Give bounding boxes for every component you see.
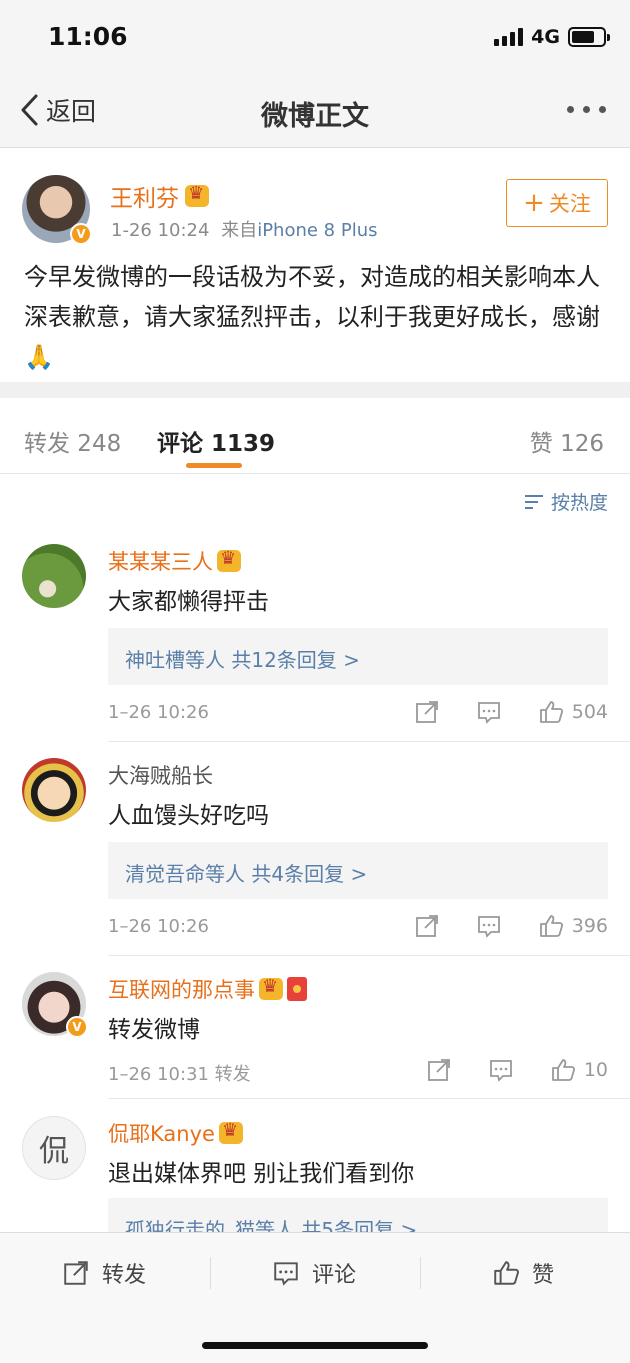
section-divider (0, 382, 630, 398)
comment-text: 退出媒体界吧 别让我们看到你 (108, 1161, 415, 1187)
comment-label: 评论 (312, 1263, 357, 1288)
sort-button[interactable]: 按热度 (524, 488, 608, 515)
comment-item: 侃 侃耶Kanye 退出媒体界吧 别让我们看到你 孤独行走的_猫等人 共5条回复… (0, 1116, 630, 1232)
verified-badge-icon: V (70, 223, 92, 245)
comment-actions: 504 (414, 699, 608, 725)
commenter-name-row[interactable]: 互联网的那点事 (108, 974, 307, 1004)
home-indicator[interactable] (202, 1342, 428, 1349)
comment-time: 1–26 10:31 转发 (108, 1064, 251, 1085)
status-indicators: 4G (494, 26, 610, 48)
comment-text: 转发微博 (108, 1017, 200, 1043)
post-meta: 1-26 10:24 来自iPhone 8 Plus (111, 216, 377, 242)
reply-summary[interactable]: 孤独行走的_猫等人 共5条回复 > (108, 1198, 608, 1232)
comment-time: 1–26 10:26 (108, 702, 209, 723)
nav-bar: 返回 微博正文 (0, 76, 630, 148)
commenter-name[interactable]: 侃耶Kanye (108, 1118, 215, 1148)
comment-divider (108, 741, 630, 742)
follow-button[interactable]: + 关注 (506, 179, 608, 227)
vip-crown-icon (185, 183, 209, 207)
comment-text: 大家都懒得抨击 (108, 589, 269, 615)
sort-icon (524, 493, 545, 511)
comment-button[interactable]: 评论 (272, 1257, 356, 1289)
comment-actions: 396 (414, 913, 608, 939)
vip-crown-icon (217, 548, 241, 572)
like-label: 赞 (532, 1263, 555, 1288)
comment-text: 人血馒头好吃吗 (108, 803, 269, 829)
avatar-letter: 侃 (39, 1134, 69, 1169)
thumbs-up-icon (551, 1059, 575, 1081)
weibo-post: V 王利芬 1-26 10:24 来自iPhone 8 Plus + 关注 今早… (0, 149, 630, 382)
repost-label: 转发 (102, 1263, 147, 1288)
tab-repost[interactable]: 转发 248 (24, 424, 121, 458)
toolbar-divider (210, 1257, 211, 1289)
comment-divider (108, 1098, 630, 1099)
red-packet-icon (287, 977, 307, 1001)
share-icon[interactable] (426, 1057, 452, 1083)
comment-icon[interactable] (476, 913, 502, 939)
commenter-name-row[interactable]: 大海贼船长 (108, 760, 213, 790)
commenter-avatar[interactable] (22, 544, 86, 608)
page-title: 微博正文 (261, 101, 369, 132)
active-tab-indicator (186, 463, 242, 468)
commenter-name[interactable]: 某某某三人 (108, 546, 213, 576)
network-type: 4G (531, 26, 560, 48)
vip-crown-icon (259, 976, 283, 1000)
share-icon[interactable] (414, 913, 440, 939)
vip-crown-icon (218, 1120, 243, 1144)
battery-icon (568, 27, 610, 47)
tab-like[interactable]: 赞 126 (530, 424, 604, 458)
follow-label: 关注 (548, 192, 591, 216)
author-name-row[interactable]: 王利芬 (110, 179, 209, 213)
like-button[interactable]: 396 (538, 913, 608, 939)
signal-icon (494, 28, 524, 46)
comment-actions: 10 (426, 1057, 608, 1083)
tab-comment[interactable]: 评论 1139 (157, 424, 275, 458)
share-icon[interactable] (414, 699, 440, 725)
commenter-name[interactable]: 大海贼船长 (108, 760, 213, 790)
plus-icon: + (523, 188, 545, 218)
reply-summary[interactable]: 清觉吾命等人 共4条回复 > (108, 842, 608, 899)
status-time: 11:06 (48, 22, 128, 51)
like-count: 504 (571, 701, 608, 723)
verified-badge-icon: V (66, 1016, 88, 1038)
share-icon (64, 1261, 88, 1285)
more-options-icon[interactable] (567, 106, 606, 113)
commenter-avatar[interactable]: V (22, 972, 88, 1038)
commenter-name[interactable]: 互联网的那点事 (108, 974, 255, 1004)
author-avatar[interactable]: V (22, 175, 92, 245)
author-name[interactable]: 王利芬 (110, 179, 179, 213)
reply-summary[interactable]: 神吐槽等人 共12条回复 > (108, 628, 608, 685)
repost-button[interactable]: 转发 (62, 1257, 146, 1289)
commenter-name-row[interactable]: 某某某三人 (108, 546, 241, 576)
thumbs-up-icon (494, 1261, 519, 1285)
comment-time: 1–26 10:26 (108, 916, 209, 937)
like-post-button[interactable]: 赞 (492, 1257, 554, 1289)
comment-divider (108, 955, 630, 956)
comment-icon[interactable] (476, 699, 502, 725)
like-button[interactable]: 504 (538, 699, 608, 725)
like-button[interactable]: 10 (550, 1057, 608, 1083)
sort-label: 按热度 (550, 492, 608, 514)
commenter-avatar[interactable]: 侃 (22, 1116, 86, 1180)
comment-item: V 互联网的那点事 转发微博 1–26 10:31 转发 10 (0, 972, 630, 1099)
comment-icon[interactable] (488, 1057, 514, 1083)
toolbar-divider (420, 1257, 421, 1289)
interaction-tabs: 转发 248 评论 1139 赞 126 (0, 398, 630, 474)
comment-item: 某某某三人 大家都懒得抨击 神吐槽等人 共12条回复 > 1–26 10:26 … (0, 544, 630, 742)
like-count: 10 (583, 1059, 608, 1081)
post-timestamp: 1-26 10:24 (111, 220, 210, 241)
post-source[interactable]: iPhone 8 Plus (257, 220, 377, 241)
post-text: 今早发微博的一段话极为不妥，对造成的相关影响本人深表歉意，请大家猛烈抨击，以利于… (24, 263, 600, 371)
comment-item: 大海贼船长 人血馒头好吃吗 清觉吾命等人 共4条回复 > 1–26 10:26 … (0, 758, 630, 956)
status-bar: 11:06 4G (0, 0, 630, 76)
source-prefix: 来自 (221, 220, 258, 241)
thumbs-up-icon (539, 701, 563, 723)
comment-icon (274, 1262, 298, 1286)
commenter-avatar[interactable] (22, 758, 86, 822)
like-count: 396 (571, 915, 608, 937)
thumbs-up-icon (539, 915, 563, 937)
commenter-name-row[interactable]: 侃耶Kanye (108, 1118, 243, 1148)
